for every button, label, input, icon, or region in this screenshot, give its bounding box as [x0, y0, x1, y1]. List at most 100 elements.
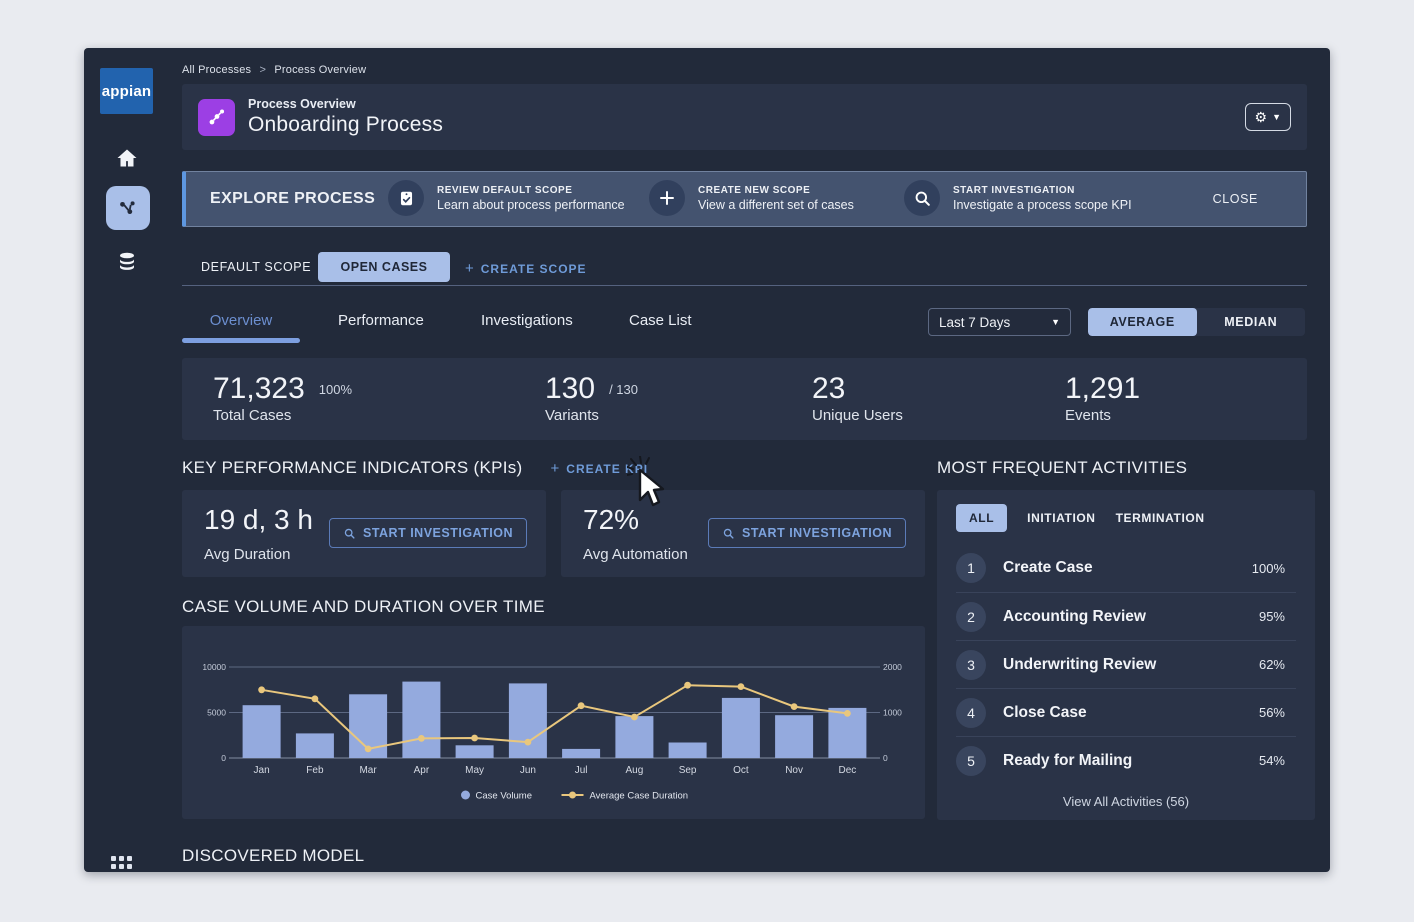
activity-row[interactable]: 5 Ready for Mailing 54% — [956, 736, 1296, 784]
stat-label: Events — [1065, 407, 1140, 424]
svg-text:Jun: Jun — [520, 765, 536, 776]
item-subtitle: Investigate a process scope KPI — [953, 198, 1132, 212]
activity-percent: 56% — [1259, 705, 1296, 720]
activity-percent: 62% — [1259, 657, 1296, 672]
stat-value: 1,291 — [1065, 372, 1140, 406]
tab-performance[interactable]: Performance — [338, 312, 424, 329]
stat-unique-users: 23 Unique Users — [812, 372, 903, 424]
stat-variants: 130 / 130 Variants — [545, 372, 638, 424]
svg-text:Apr: Apr — [414, 765, 430, 776]
toggle-average[interactable]: AVERAGE — [1088, 308, 1197, 336]
search-icon — [343, 527, 356, 540]
item-title: START INVESTIGATION — [953, 185, 1132, 196]
tab-investigations[interactable]: Investigations — [481, 312, 573, 329]
close-banner-button[interactable]: CLOSE — [1213, 192, 1258, 206]
search-icon — [904, 180, 940, 216]
svg-text:Dec: Dec — [839, 765, 857, 776]
tab-overview[interactable]: Overview — [182, 312, 300, 329]
rank-badge: 2 — [956, 602, 986, 632]
activity-row[interactable]: 4 Close Case 56% — [956, 688, 1296, 736]
kpi-value: 72% — [583, 504, 639, 536]
kpi-value: 19 d, 3 h — [204, 504, 313, 536]
explore-process-title: EXPLORE PROCESS — [210, 190, 375, 208]
app-window: appian All Processes > Process Overview — [84, 48, 1330, 872]
settings-menu-button[interactable]: ⚙ ▼ — [1245, 103, 1291, 131]
item-subtitle: Learn about process performance — [437, 198, 625, 212]
svg-text:Jan: Jan — [254, 765, 270, 776]
chart-heading: CASE VOLUME AND DURATION OVER TIME — [182, 597, 545, 617]
home-icon[interactable] — [115, 146, 139, 170]
activity-name: Accounting Review — [1003, 608, 1146, 626]
activity-percent: 95% — [1259, 609, 1296, 624]
kpi-label: Avg Duration — [204, 546, 290, 563]
plus-icon: + — [551, 460, 561, 477]
gear-icon: ⚙ — [1255, 109, 1268, 126]
case-volume-chart-panel: 0500010000010002000JanFebMarAprMayJunJul… — [182, 626, 925, 819]
svg-text:5000: 5000 — [207, 708, 226, 718]
rank-badge: 5 — [956, 746, 986, 776]
create-new-scope-item[interactable]: CREATE NEW SCOPE View a different set of… — [649, 180, 854, 216]
svg-text:Jul: Jul — [575, 765, 588, 776]
activity-row[interactable]: 2 Accounting Review 95% — [956, 592, 1296, 640]
stat-value: 23 — [812, 372, 845, 406]
date-range-select[interactable]: Last 7 Days ▼ — [928, 308, 1071, 336]
tab-case-list[interactable]: Case List — [629, 312, 692, 329]
tab-initiation[interactable]: INITIATION — [1027, 511, 1095, 525]
breadcrumb-all-processes[interactable]: All Processes — [182, 64, 251, 76]
stat-suffix: 100% — [319, 382, 352, 397]
create-scope-button[interactable]: + CREATE SCOPE — [465, 260, 587, 277]
activity-row[interactable]: 1 Create Case 100% — [956, 544, 1296, 592]
stat-label: Variants — [545, 407, 638, 424]
active-tab-indicator — [182, 338, 300, 343]
svg-text:0: 0 — [221, 753, 226, 763]
stat-value: 71,323 — [213, 372, 305, 406]
activity-name: Create Case — [1003, 559, 1093, 577]
start-investigation-item[interactable]: START INVESTIGATION Investigate a proces… — [904, 180, 1132, 216]
tab-all[interactable]: ALL — [956, 504, 1007, 532]
button-label: START INVESTIGATION — [742, 526, 892, 540]
kpi-card-avg-duration: 19 d, 3 h Avg Duration START INVESTIGATI… — [182, 490, 546, 577]
tab-open-cases[interactable]: OPEN CASES — [318, 252, 450, 282]
kpi-label: Avg Automation — [583, 546, 688, 563]
stat-suffix: / 130 — [609, 382, 638, 397]
svg-text:Sep: Sep — [679, 765, 697, 776]
chevron-down-icon: ▼ — [1272, 112, 1281, 122]
activity-percent: 100% — [1252, 561, 1296, 576]
start-investigation-button[interactable]: START INVESTIGATION — [708, 518, 906, 548]
svg-text:Mar: Mar — [359, 765, 377, 776]
process-mining-icon — [117, 197, 139, 219]
page-title: Onboarding Process — [248, 113, 443, 137]
clipboard-check-icon — [388, 180, 424, 216]
app-grid-icon[interactable] — [111, 856, 139, 872]
view-all-activities-link[interactable]: View All Activities (56) — [937, 794, 1315, 809]
review-default-scope-item[interactable]: REVIEW DEFAULT SCOPE Learn about process… — [388, 180, 625, 216]
activity-name: Close Case — [1003, 704, 1087, 722]
toggle-median[interactable]: MEDIAN — [1197, 308, 1306, 336]
tab-default-scope[interactable]: DEFAULT SCOPE — [201, 260, 311, 274]
activity-row[interactable]: 3 Underwriting Review 62% — [956, 640, 1296, 688]
search-icon — [722, 527, 735, 540]
sidebar-item-process-mining[interactable] — [106, 186, 150, 230]
breadcrumb-separator: > — [260, 64, 267, 76]
discovered-model-heading: DISCOVERED MODEL — [182, 846, 364, 866]
create-scope-label: CREATE SCOPE — [481, 262, 587, 276]
rank-badge: 3 — [956, 650, 986, 680]
plus-icon — [649, 180, 685, 216]
stat-label: Total Cases — [213, 407, 352, 424]
appian-logo[interactable]: appian — [100, 68, 153, 114]
stat-events: 1,291 Events — [1065, 372, 1140, 424]
tab-termination[interactable]: TERMINATION — [1116, 511, 1205, 525]
stat-total-cases: 71,323 100% Total Cases — [213, 372, 352, 424]
database-icon[interactable] — [115, 250, 139, 274]
activity-name: Ready for Mailing — [1003, 752, 1132, 770]
aggregation-toggle: AVERAGE MEDIAN — [1088, 308, 1305, 336]
item-title: CREATE NEW SCOPE — [698, 185, 854, 196]
breadcrumb: All Processes > Process Overview — [182, 64, 366, 76]
svg-text:Nov: Nov — [785, 765, 803, 776]
create-kpi-button[interactable]: + CREATE KPI — [551, 460, 649, 477]
item-title: REVIEW DEFAULT SCOPE — [437, 185, 625, 196]
start-investigation-button[interactable]: START INVESTIGATION — [329, 518, 527, 548]
rank-badge: 4 — [956, 698, 986, 728]
stat-value: 130 — [545, 372, 595, 406]
page-header: Process Overview Onboarding Process ⚙ ▼ — [182, 84, 1307, 150]
